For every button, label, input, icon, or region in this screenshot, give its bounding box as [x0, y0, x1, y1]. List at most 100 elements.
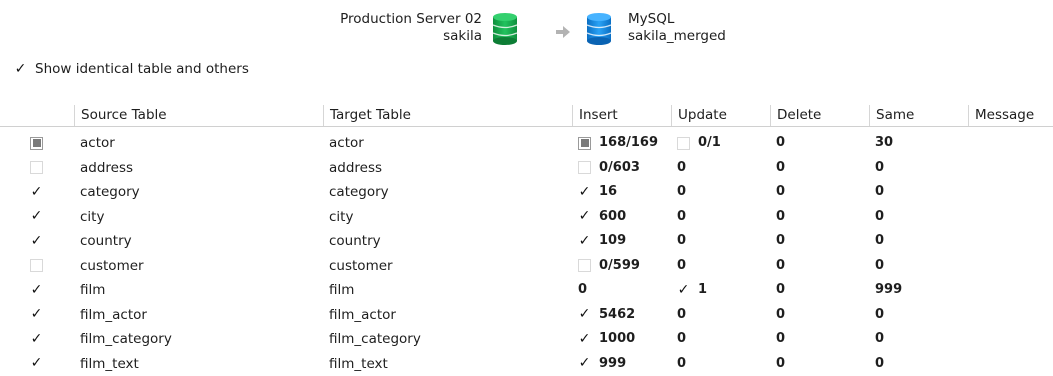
table-row[interactable]: ✓filmfilm0✓10999 — [0, 278, 1053, 303]
target-table-cell: film_category — [329, 327, 569, 351]
insert-checkbox[interactable]: ✓ — [578, 186, 591, 199]
row-select-checkbox[interactable]: ✓ — [30, 186, 43, 199]
update-cell[interactable]: ✓1 — [677, 278, 769, 302]
update-column-header[interactable]: Update — [671, 105, 770, 126]
row-select-checkbox[interactable]: ✓ — [30, 357, 43, 370]
row-select-checkbox[interactable]: ✓ — [30, 210, 43, 223]
row-select-checkbox[interactable] — [30, 161, 43, 174]
message-cell — [974, 352, 1052, 376]
row-select-checkbox[interactable]: ✓ — [30, 284, 43, 297]
insert-checkbox[interactable]: ✓ — [578, 357, 591, 370]
source-table-header[interactable]: Source Table — [74, 105, 323, 126]
select-column-header[interactable] — [0, 105, 74, 126]
message-cell — [974, 205, 1052, 229]
same-cell: 0 — [875, 156, 967, 180]
insert-cell[interactable]: ✓ 109 — [578, 229, 670, 253]
source-schema-name: sakila — [340, 28, 482, 45]
insert-count: 109 — [599, 229, 626, 253]
show-identical-option[interactable]: ✓ Show identical table and others — [14, 61, 249, 77]
table-row[interactable]: ✓film_categoryfilm_category✓1000000 — [0, 327, 1053, 352]
delete-cell: 0 — [776, 131, 868, 155]
partial-check-icon — [581, 139, 589, 147]
table-row[interactable]: addressaddress0/603000 — [0, 156, 1053, 181]
update-cell: 0 — [677, 327, 769, 351]
same-count: 0 — [875, 205, 884, 229]
table-row[interactable]: ✓categorycategory✓16000 — [0, 180, 1053, 205]
sync-header: Production Server 02 sakila MySQL sakila… — [0, 0, 1053, 56]
delete-column-header[interactable]: Delete — [770, 105, 869, 126]
row-select-checkbox[interactable]: ✓ — [30, 308, 43, 321]
target-table-cell: city — [329, 205, 569, 229]
update-count: 0 — [677, 303, 686, 327]
row-select-cell[interactable]: ✓ — [30, 303, 70, 327]
row-select-cell[interactable] — [30, 156, 70, 180]
source-table-name: film — [80, 278, 105, 302]
insert-checkbox[interactable] — [578, 137, 591, 150]
insert-cell[interactable]: ✓ 5462 — [578, 303, 670, 327]
check-icon: ✓ — [579, 308, 591, 321]
insert-checkbox[interactable]: ✓ — [578, 210, 591, 223]
insert-cell[interactable]: 0/599 — [578, 254, 670, 278]
insert-count: 1000 — [599, 327, 635, 351]
update-checkbox[interactable] — [677, 137, 690, 150]
insert-cell[interactable]: ✓600 — [578, 205, 670, 229]
row-select-checkbox[interactable] — [30, 259, 43, 272]
source-table-name: address — [80, 156, 133, 180]
row-select-cell[interactable]: ✓ — [30, 278, 70, 302]
delete-count: 0 — [776, 254, 785, 278]
check-icon: ✓ — [31, 308, 43, 321]
delete-count: 0 — [776, 131, 785, 155]
row-select-cell[interactable]: ✓ — [30, 352, 70, 376]
table-row[interactable]: ✓citycity✓600000 — [0, 205, 1053, 230]
insert-cell[interactable]: 168/169 — [578, 131, 670, 155]
row-select-checkbox[interactable]: ✓ — [30, 333, 43, 346]
row-select-cell[interactable]: ✓ — [30, 229, 70, 253]
insert-cell[interactable]: ✓999 — [578, 352, 670, 376]
insert-checkbox[interactable] — [578, 161, 591, 174]
delete-cell: 0 — [776, 229, 868, 253]
table-row[interactable]: ✓film_textfilm_text✓999000 — [0, 352, 1053, 376]
same-count: 0 — [875, 327, 884, 351]
insert-column-header[interactable]: Insert — [572, 105, 671, 126]
insert-count: 5462 — [599, 303, 635, 327]
show-identical-checkbox[interactable]: ✓ — [14, 63, 27, 76]
insert-cell[interactable]: 0/603 — [578, 156, 670, 180]
table-row[interactable]: ✓countrycountry✓109000 — [0, 229, 1053, 254]
row-select-checkbox[interactable]: ✓ — [30, 235, 43, 248]
update-cell: 0 — [677, 156, 769, 180]
blue-database-icon — [586, 12, 612, 46]
row-select-cell[interactable]: ✓ — [30, 180, 70, 204]
same-cell: 30 — [875, 131, 967, 155]
message-cell — [974, 180, 1052, 204]
insert-checkbox[interactable]: ✓ — [578, 308, 591, 321]
source-table-cell: country — [80, 229, 320, 253]
row-select-cell[interactable] — [30, 131, 70, 155]
target-table-cell: film_actor — [329, 303, 569, 327]
target-table-name: country — [329, 229, 381, 253]
target-table-header[interactable]: Target Table — [323, 105, 572, 126]
table-row[interactable]: customercustomer0/599000 — [0, 254, 1053, 279]
message-column-header[interactable]: Message — [968, 105, 1053, 126]
table-row[interactable]: actoractor168/1690/1030 — [0, 131, 1053, 156]
insert-count: 0/599 — [599, 254, 640, 278]
insert-checkbox[interactable]: ✓ — [578, 235, 591, 248]
insert-cell[interactable]: ✓16 — [578, 180, 670, 204]
same-count: 0 — [875, 303, 884, 327]
check-icon: ✓ — [31, 235, 43, 248]
row-select-cell[interactable]: ✓ — [30, 327, 70, 351]
check-icon: ✓ — [31, 357, 43, 370]
source-server-name: Production Server 02 — [340, 11, 482, 28]
same-column-header[interactable]: Same — [869, 105, 968, 126]
target-table-name: customer — [329, 254, 393, 278]
insert-cell[interactable]: ✓ 1000 — [578, 327, 670, 351]
update-cell[interactable]: 0/1 — [677, 131, 769, 155]
row-select-checkbox[interactable] — [30, 137, 43, 150]
update-checkbox[interactable]: ✓ — [677, 284, 690, 297]
update-cell: 0 — [677, 254, 769, 278]
same-cell: 0 — [875, 352, 967, 376]
row-select-cell[interactable]: ✓ — [30, 205, 70, 229]
insert-checkbox[interactable]: ✓ — [578, 333, 591, 346]
row-select-cell[interactable] — [30, 254, 70, 278]
table-row[interactable]: ✓film_actorfilm_actor✓5462000 — [0, 303, 1053, 328]
insert-checkbox[interactable] — [578, 259, 591, 272]
